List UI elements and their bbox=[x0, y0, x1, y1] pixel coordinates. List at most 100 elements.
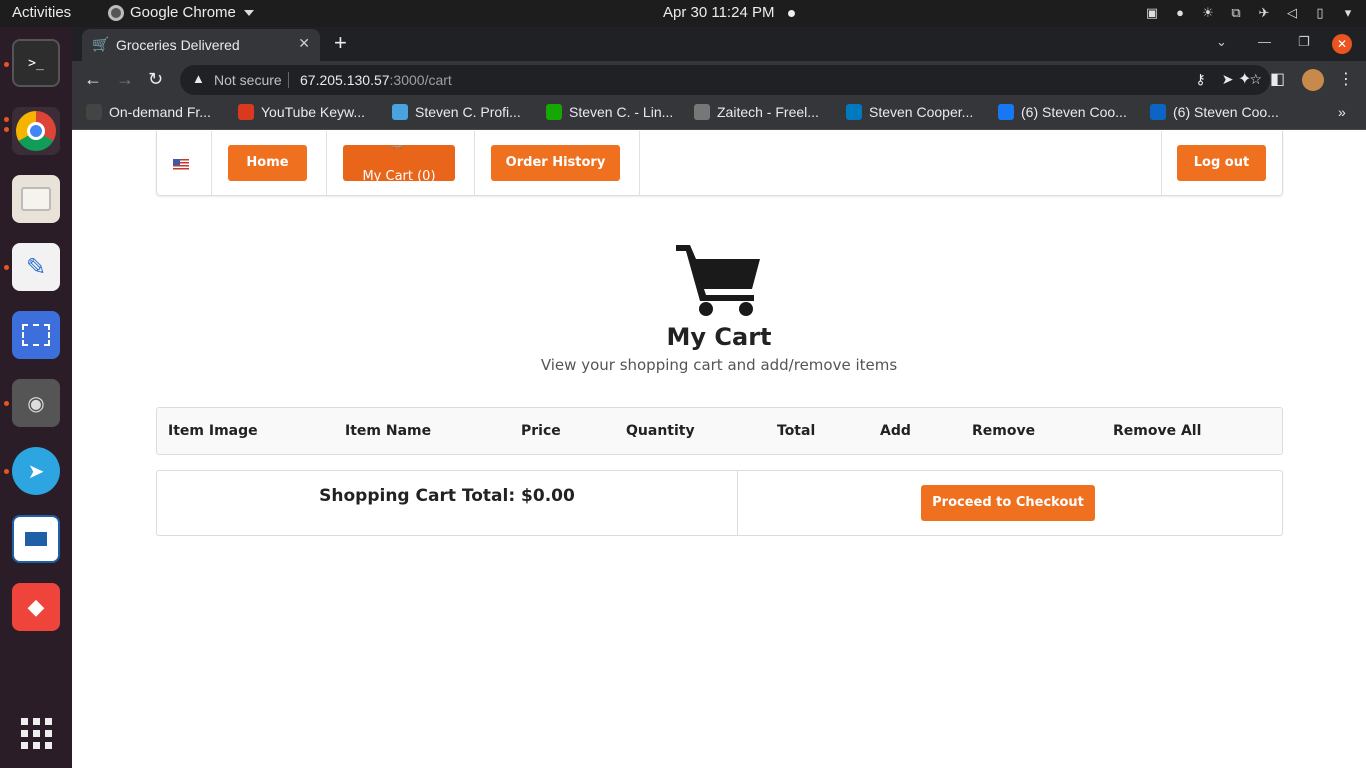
files-icon[interactable] bbox=[12, 175, 60, 223]
bookmark-label: YouTube Keyw... bbox=[261, 104, 366, 120]
power-menu-icon[interactable]: ▾ bbox=[1340, 5, 1356, 21]
running-indicator-icon bbox=[4, 469, 9, 474]
notification-badge-icon[interactable]: ● bbox=[1172, 5, 1188, 21]
new-tab-icon[interactable]: + bbox=[334, 31, 347, 55]
column-quantity: Quantity bbox=[626, 423, 695, 439]
maximize-icon[interactable]: ❐ bbox=[1298, 34, 1310, 50]
globe-icon bbox=[86, 104, 102, 120]
warning-icon[interactable]: ▲ bbox=[192, 71, 205, 86]
proceed-to-checkout-button[interactable]: Proceed to Checkout bbox=[921, 485, 1095, 521]
bookmark-label: (6) Steven Coo... bbox=[1021, 104, 1127, 120]
bookmark-item[interactable]: (6) Steven Coo... bbox=[1150, 104, 1279, 120]
close-tab-icon[interactable]: ✕ bbox=[298, 35, 310, 52]
running-indicator-icon bbox=[4, 265, 9, 270]
system-tray[interactable]: ▣ ● ☀ ⧉ ✈ ◁ ▯ ▾ bbox=[1144, 5, 1356, 21]
upwork-icon bbox=[546, 104, 562, 120]
app-menu[interactable]: Google Chrome bbox=[108, 4, 254, 21]
column-total: Total bbox=[777, 423, 816, 439]
page-subtitle: View your shopping cart and add/remove i… bbox=[540, 356, 898, 374]
url-text[interactable]: 67.205.130.57:3000/cart bbox=[300, 72, 452, 88]
tab-strip: 🛒 Groceries Delivered ✕ + ⌄ — ❐ ✕ bbox=[72, 27, 1366, 61]
bookmark-item[interactable]: Zaitech - Freel... bbox=[694, 104, 819, 120]
web-page: Home 🛒 My Cart (0) Order History Log out… bbox=[72, 131, 1366, 768]
app-menu-label: Google Chrome bbox=[130, 4, 236, 21]
column-remove: Remove bbox=[972, 423, 1036, 439]
linkedin-icon bbox=[1150, 104, 1166, 120]
tab-groceries[interactable]: 🛒 Groceries Delivered ✕ bbox=[82, 29, 320, 61]
terminal-icon[interactable]: >_ bbox=[12, 39, 60, 87]
airplane-icon[interactable]: ✈ bbox=[1256, 5, 1272, 21]
shopping-cart-icon bbox=[676, 245, 760, 316]
bookmark-label: (6) Steven Coo... bbox=[1173, 104, 1279, 120]
notification-dot-icon bbox=[788, 10, 795, 17]
column-add: Add bbox=[880, 423, 911, 439]
bookmark-item[interactable]: YouTube Keyw... bbox=[238, 104, 365, 120]
avatar[interactable] bbox=[1302, 69, 1324, 91]
tab-search-icon[interactable]: ⌄ bbox=[1216, 34, 1227, 50]
bookmark-label: Steven C. - Lin... bbox=[569, 104, 674, 120]
cart-total: Shopping Cart Total: $0.00 bbox=[319, 486, 575, 506]
bookmark-item[interactable]: Steven C. Profi... bbox=[392, 104, 521, 120]
security-label[interactable]: Not secure bbox=[214, 72, 282, 88]
writer-icon[interactable] bbox=[12, 515, 60, 563]
system-top-bar: Activities Google Chrome Apr 30 11:24 PM… bbox=[0, 0, 1366, 27]
close-window-icon[interactable]: ✕ bbox=[1332, 34, 1352, 54]
text-editor-icon[interactable]: ✎ bbox=[12, 243, 60, 291]
send-icon[interactable]: ➤ bbox=[1222, 71, 1234, 88]
clock[interactable]: Apr 30 11:24 PM bbox=[663, 4, 774, 21]
language-cell bbox=[157, 131, 212, 195]
youtube-keywords-icon bbox=[238, 104, 254, 120]
battery-icon[interactable]: ▯ bbox=[1312, 5, 1328, 21]
column-price: Price bbox=[521, 423, 561, 439]
site-navbar: Home 🛒 My Cart (0) Order History Log out bbox=[156, 131, 1283, 196]
reload-icon[interactable]: ↻ bbox=[148, 69, 163, 89]
bookmark-item[interactable]: (6) Steven Coo... bbox=[998, 104, 1127, 120]
facebook-icon bbox=[998, 104, 1014, 120]
zaitech-icon bbox=[694, 104, 710, 120]
anydesk-icon[interactable]: ◆ bbox=[12, 583, 60, 631]
more-bookmarks-icon[interactable]: » bbox=[1338, 104, 1346, 120]
cart-summary: Shopping Cart Total: $0.00 Proceed to Ch… bbox=[156, 470, 1283, 536]
screenshot-icon[interactable] bbox=[12, 311, 60, 359]
extensions-icon[interactable]: ✦ bbox=[1238, 69, 1251, 89]
address-bar[interactable]: ▲ Not secure 67.205.130.57:3000/cart ⚷ ➤… bbox=[180, 65, 1270, 95]
us-flag-icon[interactable] bbox=[173, 159, 189, 170]
telegram-icon[interactable]: ➤ bbox=[12, 447, 60, 495]
side-panel-icon[interactable]: ◧ bbox=[1270, 69, 1285, 89]
volume-icon[interactable]: ◁ bbox=[1284, 5, 1300, 21]
key-icon[interactable]: ⚷ bbox=[1195, 71, 1205, 88]
menu-kebab-icon[interactable]: ⋮ bbox=[1338, 69, 1354, 89]
camera-icon[interactable]: ▣ bbox=[1144, 5, 1160, 21]
home-cell: Home bbox=[212, 131, 327, 195]
logout-button[interactable]: Log out bbox=[1177, 145, 1266, 181]
back-icon[interactable]: ← bbox=[84, 69, 102, 89]
running-indicator-icon bbox=[4, 62, 9, 67]
my-cart-label: My Cart (0) bbox=[362, 169, 436, 181]
running-indicator-icon bbox=[4, 401, 9, 406]
divider bbox=[737, 471, 738, 535]
bird-icon bbox=[392, 104, 408, 120]
logout-cell: Log out bbox=[1161, 131, 1283, 195]
network-icon[interactable]: ⧉ bbox=[1228, 5, 1244, 21]
brightness-icon[interactable]: ☀ bbox=[1200, 5, 1216, 21]
order-history-button[interactable]: Order History bbox=[491, 145, 620, 181]
bookmark-label: Zaitech - Freel... bbox=[717, 104, 819, 120]
show-apps-icon[interactable] bbox=[12, 709, 60, 757]
forward-icon[interactable]: → bbox=[116, 69, 134, 89]
bookmark-label: Steven C. Profi... bbox=[415, 104, 521, 120]
bookmark-item[interactable]: On-demand Fr... bbox=[86, 104, 211, 120]
bookmark-label: Steven Cooper... bbox=[869, 104, 974, 120]
cart-cell: 🛒 My Cart (0) bbox=[327, 131, 475, 195]
bookmark-item[interactable]: Steven C. - Lin... bbox=[546, 104, 673, 120]
my-cart-button[interactable]: 🛒 My Cart (0) bbox=[343, 145, 455, 181]
browser-toolbar: ← → ↻ ▲ Not secure 67.205.130.57:3000/ca… bbox=[72, 61, 1366, 98]
url-host: 67.205.130.57 bbox=[300, 72, 390, 88]
bookmark-item[interactable]: Steven Cooper... bbox=[846, 104, 973, 120]
chrome-icon[interactable] bbox=[12, 107, 60, 155]
bookmark-label: On-demand Fr... bbox=[109, 104, 211, 120]
activities-button[interactable]: Activities bbox=[12, 4, 71, 21]
video-recorder-icon[interactable]: ◉ bbox=[12, 379, 60, 427]
cart-icon: 🛒 bbox=[343, 145, 455, 149]
minimize-icon[interactable]: — bbox=[1258, 34, 1271, 49]
home-button[interactable]: Home bbox=[228, 145, 307, 181]
